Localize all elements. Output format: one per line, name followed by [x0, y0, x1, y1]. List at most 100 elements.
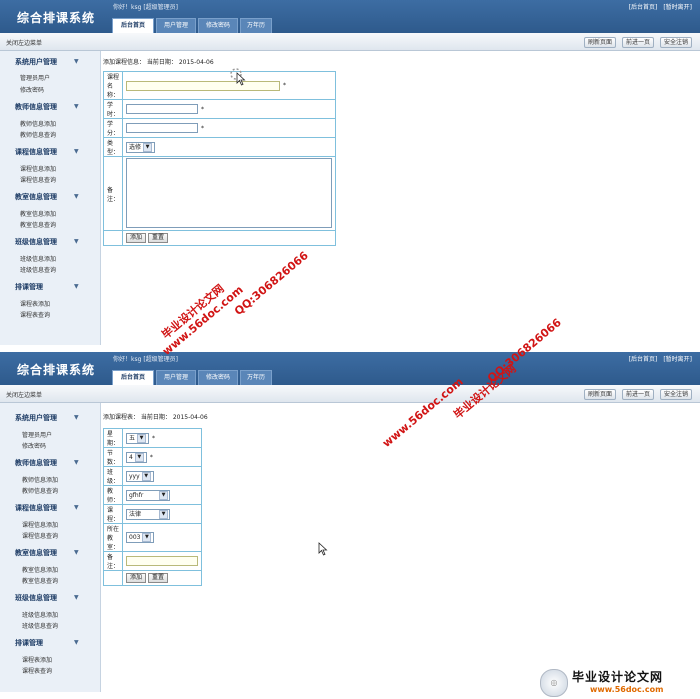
- close-menu-link[interactable]: 关闭左边菜单: [6, 38, 42, 47]
- form-row: 课程名称： *: [103, 71, 336, 100]
- sidebar-item-course-add[interactable]: 课程信息添加: [20, 164, 56, 173]
- sidebar-group-title[interactable]: 教师信息管理: [15, 458, 57, 468]
- sidebar-group-title[interactable]: 教师信息管理: [15, 102, 57, 112]
- sidebar-item-schedule-query[interactable]: 课程表查询: [20, 310, 50, 319]
- sidebar-item-teacher-add[interactable]: 教师信息添加: [20, 119, 56, 128]
- tab-calendar[interactable]: 万年历: [240, 370, 272, 385]
- class-select[interactable]: yyy ▼: [126, 470, 154, 482]
- app-header: 综合排课系统 你好！ksg [超级管理员] [后台首页] [暂时离开] 后台首页…: [0, 352, 700, 385]
- chevron-down-icon[interactable]: ▼: [74, 148, 79, 155]
- reset-button[interactable]: 重置: [148, 573, 169, 583]
- form-row: 备注：: [103, 551, 202, 571]
- required-mark: *: [152, 434, 156, 442]
- sidebar-item-room-add[interactable]: 教室信息添加: [22, 565, 58, 574]
- button-cell: 添加 重置: [122, 570, 202, 586]
- weekday-select[interactable]: 五 ▼: [126, 432, 150, 444]
- add-button[interactable]: 添加: [126, 573, 147, 583]
- close-menu-link[interactable]: 关闭左边菜单: [6, 390, 42, 399]
- sidebar-item-class-add[interactable]: 班级信息添加: [20, 254, 56, 263]
- tab-password[interactable]: 修改密码: [198, 370, 238, 385]
- home-link[interactable]: [后台首页]: [629, 356, 658, 363]
- tab-users[interactable]: 用户管理: [156, 370, 196, 385]
- tab-users[interactable]: 用户管理: [156, 18, 196, 33]
- required-mark: *: [201, 124, 204, 132]
- hours-input[interactable]: [126, 104, 198, 114]
- field-cell: gfhfr ▼: [122, 485, 202, 505]
- tab-home[interactable]: 后台首页: [112, 18, 154, 33]
- logout-button[interactable]: 安全注销: [660, 389, 693, 400]
- sidebar-group-title[interactable]: 排课管理: [15, 638, 43, 648]
- refresh-button[interactable]: 刷新页面: [584, 389, 617, 400]
- sidebar-item-teacher-add[interactable]: 教师信息添加: [22, 475, 58, 484]
- form-row: 类型： 选修 ▼: [103, 137, 336, 157]
- chevron-down-icon[interactable]: ▼: [74, 414, 79, 421]
- add-button[interactable]: 添加: [126, 233, 147, 243]
- reset-button[interactable]: 重置: [148, 233, 169, 243]
- chevron-down-icon[interactable]: ▼: [74, 283, 79, 290]
- sidebar-group-title[interactable]: 教室信息管理: [15, 192, 57, 202]
- chevron-down-icon[interactable]: ▼: [74, 459, 79, 466]
- chevron-down-icon[interactable]: ▼: [74, 58, 79, 65]
- tab-password[interactable]: 修改密码: [198, 18, 238, 33]
- remark-textarea[interactable]: [126, 157, 332, 228]
- forward-button[interactable]: 前进一页: [622, 37, 655, 48]
- chevron-down-icon[interactable]: ▼: [74, 193, 79, 200]
- chevron-down-icon: ▼: [141, 471, 151, 481]
- sidebar-group-title[interactable]: 系统用户管理: [15, 57, 57, 67]
- chevron-down-icon[interactable]: ▼: [74, 103, 79, 110]
- chevron-down-icon[interactable]: ▼: [74, 639, 79, 646]
- sidebar-group-title[interactable]: 教室信息管理: [15, 548, 57, 558]
- course-select[interactable]: 法律 ▼: [126, 508, 170, 520]
- sidebar-item-schedule-query[interactable]: 课程表查询: [22, 666, 52, 675]
- room-select[interactable]: 003 ▼: [126, 532, 155, 543]
- form-row: 课程： 法律 ▼: [103, 504, 202, 524]
- sidebar-item-room-query[interactable]: 教室信息查询: [22, 576, 58, 585]
- sidebar-item-schedule-add[interactable]: 课程表添加: [22, 655, 52, 664]
- sidebar-item-course-query[interactable]: 课程信息查询: [20, 175, 56, 184]
- sidebar-item-schedule-add[interactable]: 课程表添加: [20, 299, 50, 308]
- sidebar-item-teacher-query[interactable]: 教师信息查询: [20, 130, 56, 139]
- leave-link[interactable]: [暂时离开]: [663, 356, 692, 363]
- sidebar-item-course-add[interactable]: 课程信息添加: [22, 520, 58, 529]
- sidebar-group-title[interactable]: 排课管理: [15, 282, 43, 292]
- sidebar-group-title[interactable]: 系统用户管理: [15, 413, 57, 423]
- remark-input[interactable]: [126, 556, 198, 566]
- period-select[interactable]: 4 ▼: [126, 451, 147, 463]
- sidebar-item-admin-users[interactable]: 管理员用户: [20, 73, 50, 82]
- home-link[interactable]: [后台首页]: [629, 4, 658, 11]
- leave-link[interactable]: [暂时离开]: [663, 4, 692, 11]
- logout-button[interactable]: 安全注销: [660, 37, 693, 48]
- sidebar-group-title[interactable]: 课程信息管理: [15, 503, 57, 513]
- course-name-input[interactable]: [126, 80, 280, 91]
- tab-calendar[interactable]: 万年历: [240, 18, 272, 33]
- sidebar-item-class-query[interactable]: 班级信息查询: [22, 621, 58, 630]
- chevron-down-icon[interactable]: ▼: [74, 549, 79, 556]
- sidebar-item-class-query[interactable]: 班级信息查询: [20, 265, 56, 274]
- sidebar-item-change-password[interactable]: 修改密码: [20, 85, 44, 94]
- chevron-down-icon[interactable]: ▼: [74, 238, 79, 245]
- forward-button[interactable]: 前进一页: [622, 389, 655, 400]
- chevron-down-icon[interactable]: ▼: [74, 504, 79, 511]
- room-select-value: 003: [129, 534, 141, 541]
- class-select-value: yyy: [129, 472, 140, 480]
- button-cell: 添加 重置: [122, 230, 336, 246]
- sidebar-group-title[interactable]: 班级信息管理: [15, 237, 57, 247]
- tab-home[interactable]: 后台首页: [112, 370, 154, 385]
- sidebar-item-change-password[interactable]: 修改密码: [22, 441, 46, 450]
- sidebar-item-room-query[interactable]: 教室信息查询: [20, 220, 56, 229]
- sidebar-item-course-query[interactable]: 课程信息查询: [22, 531, 58, 540]
- sidebar-item-room-add[interactable]: 教室信息添加: [20, 209, 56, 218]
- teacher-select[interactable]: gfhfr ▼: [126, 489, 170, 501]
- credit-input[interactable]: [126, 123, 198, 133]
- type-select[interactable]: 选修 ▼: [126, 141, 156, 153]
- chevron-down-icon[interactable]: ▼: [74, 594, 79, 601]
- refresh-button[interactable]: 刷新页面: [584, 37, 617, 48]
- sidebar-item-admin-users[interactable]: 管理员用户: [22, 430, 52, 439]
- sidebar-item-class-add[interactable]: 班级信息添加: [22, 610, 58, 619]
- course-form: 课程名称： * 学时： * 学分： * 类型： 选修 ▼ 备注： 添加 重置: [103, 71, 336, 246]
- sidebar-group-title[interactable]: 课程信息管理: [15, 147, 57, 157]
- sidebar-group-title[interactable]: 班级信息管理: [15, 593, 57, 603]
- teacher-select-value: gfhfr: [129, 491, 144, 499]
- top-links: [后台首页] [暂时离开]: [625, 2, 692, 11]
- sidebar-item-teacher-query[interactable]: 教师信息查询: [22, 486, 58, 495]
